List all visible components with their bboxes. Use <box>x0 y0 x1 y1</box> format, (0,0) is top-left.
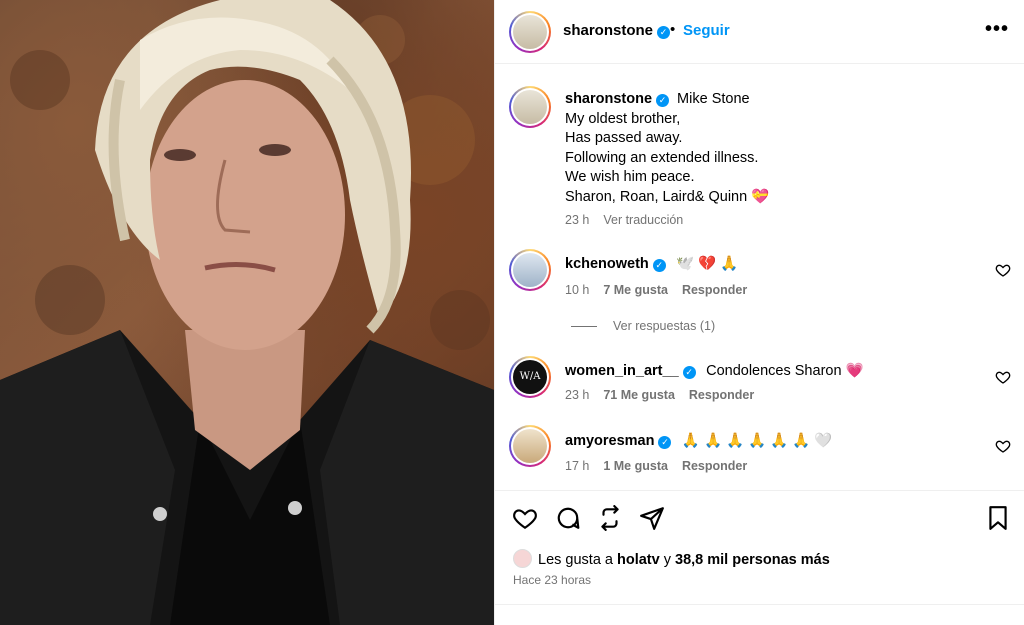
comment-meta: 23 h 71 Me gusta Responder <box>565 388 768 402</box>
caption-line: We wish him peace. <box>565 169 695 185</box>
comment-username[interactable]: women_in_art__ <box>565 363 679 379</box>
reply-button[interactable]: Responder <box>682 459 747 473</box>
caption-time[interactable]: 23 h <box>565 213 589 227</box>
add-comment-bar[interactable] <box>495 604 1024 625</box>
caption-line: Sharon, Roan, Laird& Quinn 💝 <box>565 188 770 205</box>
comment-icon[interactable] <box>555 505 581 531</box>
post-time[interactable]: Hace 23 horas <box>513 573 591 587</box>
comment-likes[interactable]: 1 Me gusta <box>603 459 668 473</box>
caption-line: Following an extended illness. <box>565 149 759 166</box>
comment-time[interactable]: 23 h <box>565 388 589 402</box>
verified-badge-icon: ✓ <box>657 26 671 39</box>
verified-badge-icon: ✓ <box>656 94 670 107</box>
caption: sharonstone ✓ Mike Stone My oldest brothe… <box>565 90 769 231</box>
comment-text: 🙏 🙏 🙏 🙏 🙏 🙏 🤍 <box>681 433 833 449</box>
likes-summary: Les gusta a holatv y 38,8 mil personas m… <box>513 549 830 568</box>
caption-avatar[interactable] <box>509 86 551 128</box>
heart-icon[interactable] <box>512 505 538 531</box>
verified-badge-icon: ✓ <box>682 366 696 379</box>
send-icon[interactable] <box>639 505 665 531</box>
comment-heart-icon[interactable] <box>995 262 1011 278</box>
avatar-logo: W/A <box>513 360 547 394</box>
comment-heart-icon[interactable] <box>995 369 1011 385</box>
comment-avatar[interactable] <box>509 425 551 467</box>
portrait-illustration <box>0 0 494 625</box>
comment-meta: 10 h 7 Me gusta Responder <box>565 283 761 297</box>
verified-badge-icon: ✓ <box>652 259 666 272</box>
bookmark-icon[interactable] <box>985 505 1011 531</box>
comment-username[interactable]: kchenoweth <box>565 256 649 272</box>
comment-username[interactable]: amyoresman <box>565 433 654 449</box>
liker-username[interactable]: holatv <box>617 552 660 568</box>
caption-meta: 23 h Ver traducción <box>565 211 769 231</box>
view-replies-label: Ver respuestas (1) <box>613 319 716 333</box>
view-replies-button[interactable]: Ver respuestas (1) <box>571 319 715 333</box>
comment-meta: 17 h 1 Me gusta Responder <box>565 459 761 473</box>
likes-count[interactable]: 38,8 mil personas más <box>675 552 830 568</box>
comment-time[interactable]: 10 h <box>565 283 589 297</box>
replies-divider <box>571 326 597 328</box>
caption-line: Has passed away. <box>565 130 683 146</box>
more-options-icon[interactable]: ••• <box>985 18 1009 41</box>
comment-avatar[interactable]: W/A <box>509 356 551 398</box>
reply-button[interactable]: Responder <box>689 388 754 402</box>
author-avatar[interactable] <box>509 11 551 53</box>
caption-line: Mike Stone <box>677 91 750 107</box>
caption-username[interactable]: sharonstone <box>565 91 652 107</box>
comment-avatar[interactable] <box>509 249 551 291</box>
post-photo[interactable] <box>0 0 494 625</box>
translate-button[interactable]: Ver traducción <box>603 213 683 227</box>
comment-text: Condolences Sharon 💗 <box>706 363 864 379</box>
post-panel: sharonstone ✓ • Seguir ••• sharonstone ✓ M… <box>494 0 1024 625</box>
comment-heart-icon[interactable] <box>995 438 1011 454</box>
comment-text: 🕊️ 💔 🙏 <box>676 256 739 272</box>
comment-likes[interactable]: 71 Me gusta <box>603 388 675 402</box>
comment-time[interactable]: 17 h <box>565 459 589 473</box>
author-username[interactable]: sharonstone <box>563 22 653 39</box>
follow-button[interactable]: Seguir <box>683 22 730 39</box>
liker-avatar[interactable] <box>513 549 532 568</box>
caption-line: My oldest brother, <box>565 110 681 127</box>
post-actions: Les gusta a holatv y 38,8 mil personas m… <box>495 490 1024 604</box>
comment-likes[interactable]: 7 Me gusta <box>603 283 668 297</box>
post-header: sharonstone ✓ • Seguir ••• <box>495 0 1024 64</box>
separator-dot: • <box>670 21 676 38</box>
share-icon[interactable] <box>597 505 623 531</box>
reply-button[interactable]: Responder <box>682 283 747 297</box>
verified-badge-icon: ✓ <box>658 436 672 449</box>
